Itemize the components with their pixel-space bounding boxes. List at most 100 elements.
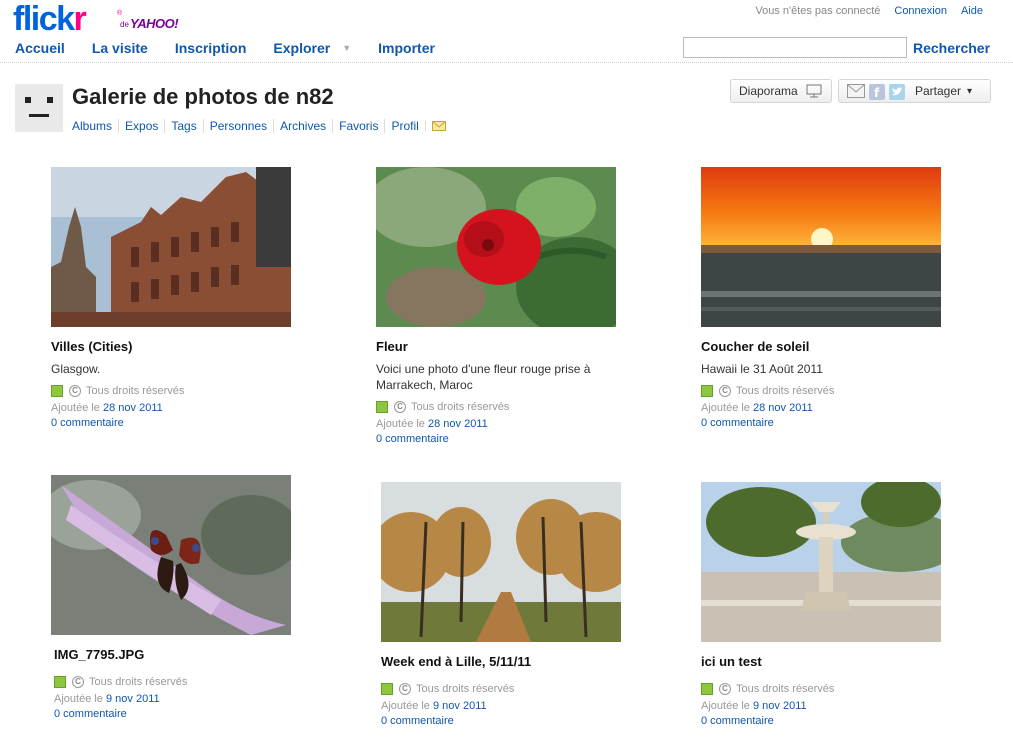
nav-upload[interactable]: Importer xyxy=(378,40,435,56)
nav-explore-label[interactable]: Explorer xyxy=(273,40,330,56)
search-input[interactable] xyxy=(683,37,907,58)
photo-description: Glasgow. xyxy=(51,362,101,376)
photo-title[interactable]: Coucher de soleil xyxy=(701,339,981,354)
license-row: C Tous droits réservés xyxy=(701,683,981,695)
slideshow-icon xyxy=(806,84,822,98)
added-date: Ajoutée le 28 nov 2011 xyxy=(701,402,981,414)
license-text: Tous droits réservés xyxy=(736,683,835,695)
license-row: C Tous droits réservés xyxy=(381,683,661,695)
comments-link-wrap: 0 commentaire xyxy=(381,715,661,727)
photo-thumbnail-lille[interactable] xyxy=(381,482,621,642)
email-icon[interactable] xyxy=(847,84,865,98)
added-date: Ajoutée le 9 nov 2011 xyxy=(381,700,661,712)
added-prefix: Ajoutée le xyxy=(381,700,430,712)
license-text: Tous droits réservés xyxy=(411,401,510,413)
added-date: Ajoutée le 28 nov 2011 xyxy=(51,402,331,414)
added-prefix: Ajoutée le xyxy=(51,402,100,414)
photo-thumbnail-fountain[interactable] xyxy=(701,482,941,642)
date-link[interactable]: 9 nov 2011 xyxy=(106,693,160,705)
copyright-icon: C xyxy=(719,683,731,695)
nav-signup[interactable]: Inscription xyxy=(175,40,247,56)
help-link[interactable]: Aide xyxy=(961,5,983,17)
nav-tour[interactable]: La visite xyxy=(92,40,148,56)
license-text: Tous droits réservés xyxy=(736,385,835,397)
photo-card: Week end à Lille, 5/11/11 C Tous droits … xyxy=(381,482,661,727)
comments-link[interactable]: 0 commentaire xyxy=(381,715,454,727)
date-link[interactable]: 9 nov 2011 xyxy=(753,700,807,712)
subnav-favorites[interactable]: Favoris xyxy=(332,119,384,133)
copyright-icon: C xyxy=(394,401,406,413)
subnav-albums[interactable]: Albums xyxy=(72,119,118,133)
chevron-down-icon[interactable]: ▼ xyxy=(342,43,351,53)
license-text: Tous droits réservés xyxy=(86,385,185,397)
photo-thumbnail-sunset[interactable] xyxy=(701,167,941,327)
date-link[interactable]: 9 nov 2011 xyxy=(433,700,487,712)
date-link[interactable]: 28 nov 2011 xyxy=(753,402,813,414)
photo-title[interactable]: Fleur xyxy=(376,339,656,354)
added-prefix: Ajoutée le xyxy=(376,418,425,430)
photo-thumbnail-flower[interactable] xyxy=(376,167,616,327)
comments-link[interactable]: 0 commentaire xyxy=(54,708,127,720)
photo-description: Hawaii le 31 Août 2011 xyxy=(701,362,823,376)
facebook-icon[interactable]: f xyxy=(869,84,885,100)
logo-de: de xyxy=(120,20,129,29)
search-button[interactable]: Rechercher xyxy=(913,40,990,56)
login-link[interactable]: Connexion xyxy=(894,5,947,17)
mail-icon[interactable] xyxy=(424,121,452,131)
photo-title[interactable]: IMG_7795.JPG xyxy=(54,647,331,662)
comments-link-wrap: 0 commentaire xyxy=(701,715,981,727)
nav-home[interactable]: Accueil xyxy=(15,40,65,56)
photo-card: Fleur Voici une photo d'une fleur rouge … xyxy=(376,167,656,445)
logo-text-blue: flick xyxy=(13,0,75,38)
nav-explore[interactable]: Explorer ▼ xyxy=(273,40,351,56)
subnav-expos[interactable]: Expos xyxy=(118,119,164,133)
license-text: Tous droits réservés xyxy=(89,676,188,688)
photo-title[interactable]: Villes (Cities) xyxy=(51,339,331,354)
comments-link[interactable]: 0 commentaire xyxy=(701,417,774,429)
top-links: Vous n'êtes pas connecté Connexion Aide xyxy=(755,5,983,17)
photo-title[interactable]: Week end à Lille, 5/11/11 xyxy=(381,654,661,669)
added-prefix: Ajoutée le xyxy=(701,700,750,712)
photo-thumbnail-glasgow[interactable] xyxy=(51,167,291,327)
added-date: Ajoutée le 9 nov 2011 xyxy=(701,700,981,712)
copyright-icon: C xyxy=(399,683,411,695)
logo-registered: ® xyxy=(117,10,123,17)
header-divider xyxy=(0,62,1013,63)
copyright-icon: C xyxy=(69,385,81,397)
comments-link[interactable]: 0 commentaire xyxy=(376,433,449,445)
subnav-people[interactable]: Personnes xyxy=(202,119,273,133)
comments-link[interactable]: 0 commentaire xyxy=(701,715,774,727)
avatar-eye-left xyxy=(25,97,31,103)
share-caret-icon: ▾ xyxy=(967,85,973,97)
comments-link[interactable]: 0 commentaire xyxy=(51,417,124,429)
subnav-profile[interactable]: Profil xyxy=(384,119,424,133)
license-row: C Tous droits réservés xyxy=(51,385,331,397)
date-link[interactable]: 28 nov 2011 xyxy=(103,402,163,414)
main-nav: Accueil La visite Inscription Explorer ▼ … xyxy=(15,40,462,56)
photo-card: Coucher de soleil Hawaii le 31 Août 2011… xyxy=(701,167,981,429)
avatar[interactable] xyxy=(15,84,63,132)
subnav-archives[interactable]: Archives xyxy=(273,119,332,133)
copyright-icon: C xyxy=(719,385,731,397)
logo-text-pink: r xyxy=(73,0,87,38)
license-row: C Tous droits réservés xyxy=(376,401,656,413)
photo-card: Villes (Cities) Glasgow. C Tous droits r… xyxy=(51,167,331,429)
share-button[interactable]: f Partager ▾ xyxy=(838,79,991,103)
copyright-icon: C xyxy=(72,676,84,688)
slideshow-button[interactable]: Diaporama xyxy=(730,79,832,103)
photo-thumbnail-butterfly[interactable] xyxy=(51,475,291,635)
twitter-icon[interactable] xyxy=(889,84,905,100)
added-date: Ajoutée le 9 nov 2011 xyxy=(54,693,331,705)
added-date: Ajoutée le 28 nov 2011 xyxy=(376,418,656,430)
added-prefix: Ajoutée le xyxy=(701,402,750,414)
comments-link-wrap: 0 commentaire xyxy=(51,417,331,429)
flickr-logo[interactable]: flickr ® de YAHOO! xyxy=(13,0,179,38)
subnav-tags[interactable]: Tags xyxy=(164,119,202,133)
privacy-icon xyxy=(701,385,713,397)
gallery-subnav: Albums Expos Tags Personnes Archives Fav… xyxy=(72,119,452,133)
photo-title[interactable]: ici un test xyxy=(701,654,981,669)
license-text: Tous droits réservés xyxy=(416,683,515,695)
page-title: Galerie de photos de n82 xyxy=(72,84,334,109)
privacy-icon xyxy=(376,401,388,413)
date-link[interactable]: 28 nov 2011 xyxy=(428,418,488,430)
